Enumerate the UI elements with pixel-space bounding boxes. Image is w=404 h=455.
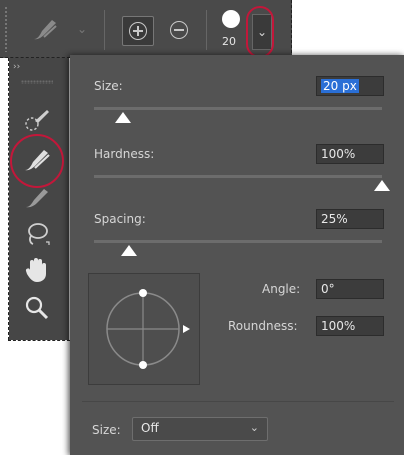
pen-size-value: Off	[141, 421, 159, 435]
zoom-icon[interactable]	[19, 292, 55, 324]
brush-angle-roundness-widget[interactable]	[89, 274, 199, 384]
collapse-panel-button[interactable]: ››	[13, 62, 20, 72]
roundness-handle-bottom	[139, 361, 147, 369]
refine-brush-icon[interactable]	[19, 182, 55, 214]
chevron-down-icon: ⌄	[249, 421, 259, 434]
spacing-label: Spacing:	[94, 212, 146, 226]
pen-size-label: Size:	[92, 423, 121, 437]
spacing-slider-thumb[interactable]	[120, 245, 137, 256]
hardness-slider-track[interactable]	[94, 175, 382, 178]
spacing-slider-track[interactable]	[94, 240, 382, 243]
brush-icon[interactable]	[28, 14, 62, 46]
options-bar: ⌄ 20 ⌄	[0, 0, 292, 58]
subtract-from-selection-icon	[170, 21, 188, 39]
size-label: Size:	[94, 79, 123, 93]
subtract-from-selection-button[interactable]	[164, 16, 194, 44]
brush-preview-icon[interactable]	[222, 10, 240, 28]
separator	[206, 10, 207, 50]
size-slider-track[interactable]	[94, 107, 382, 110]
hardness-slider-thumb[interactable]	[374, 180, 390, 191]
spacing-field[interactable]: 25%	[316, 209, 384, 229]
tools-panel-grip[interactable]	[21, 80, 53, 84]
tools-panel: ››	[9, 58, 69, 340]
angle-field[interactable]: 0°	[316, 279, 384, 299]
dashed-border	[291, 0, 292, 58]
chevron-down-icon[interactable]: ⌄	[74, 20, 90, 38]
hardness-label: Hardness:	[94, 147, 155, 161]
add-to-selection-button[interactable]	[122, 16, 154, 46]
size-slider-thumb[interactable]	[114, 112, 131, 123]
options-bar-grip[interactable]	[4, 6, 8, 52]
brush-size-preview: 20	[222, 35, 236, 48]
hardness-field[interactable]: 100%	[316, 144, 384, 164]
lasso-icon[interactable]	[19, 218, 55, 250]
dashed-border	[8, 58, 9, 340]
brush-tip-preview[interactable]	[88, 273, 200, 385]
brush-options-panel: Size: 20 px Hardness: 100% Spacing: 25% …	[70, 55, 404, 455]
pen-size-select[interactable]: Off ⌄	[132, 417, 268, 441]
separator	[104, 10, 105, 50]
roundness-handle-top	[139, 289, 147, 297]
highlight-ring-tool	[10, 134, 64, 188]
size-field[interactable]: 20 px	[316, 76, 384, 96]
angle-arrow-icon	[183, 325, 190, 333]
roundness-field[interactable]: 100%	[316, 316, 384, 336]
size-value: 20 px	[321, 79, 359, 93]
angle-label: Angle:	[262, 282, 301, 296]
divider	[82, 401, 394, 402]
hand-icon[interactable]	[19, 254, 55, 286]
highlight-ring-dropdown	[246, 6, 274, 58]
dashed-border	[8, 340, 70, 341]
add-to-selection-icon	[129, 22, 147, 40]
roundness-label: Roundness:	[228, 319, 298, 333]
quick-selection-icon[interactable]	[19, 104, 55, 136]
